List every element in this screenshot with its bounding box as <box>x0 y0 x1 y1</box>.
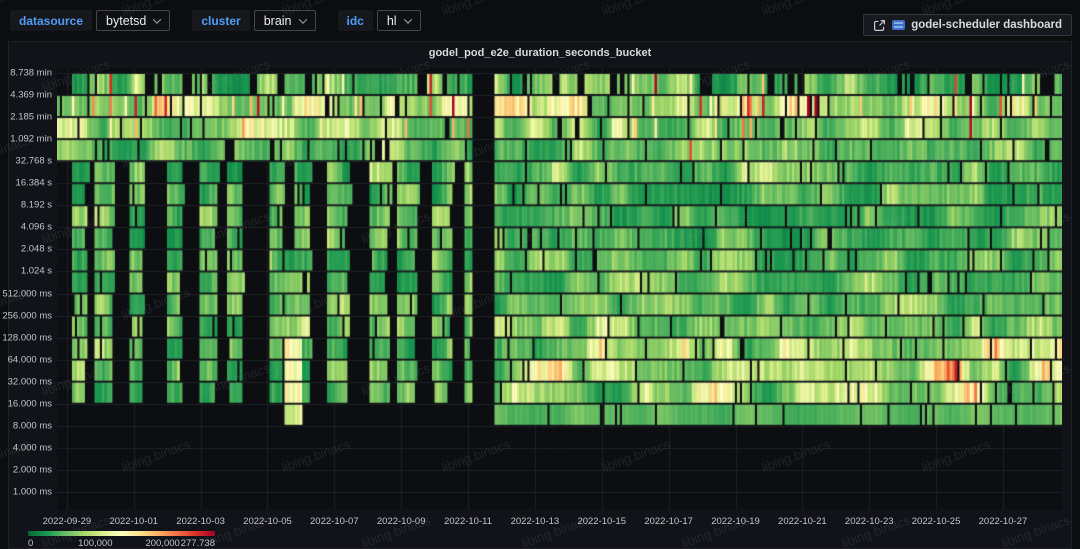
y-axis-label: 32.000 ms <box>0 376 52 387</box>
variable-datasource-value: bytetsd <box>106 14 146 28</box>
x-axis-label: 2022-10-23 <box>845 516 894 527</box>
y-axis-label: 64.000 ms <box>0 354 52 365</box>
x-axis-label: 2022-10-05 <box>243 516 292 527</box>
dashboard-icon <box>892 20 905 30</box>
x-axis-label: 2022-10-09 <box>377 516 426 527</box>
x-axis-label: 2022-10-27 <box>979 516 1028 527</box>
y-axis-label: 2.048 s <box>0 244 52 255</box>
x-axis-label: 2022-10-17 <box>644 516 693 527</box>
variable-idc-select[interactable]: hl <box>377 10 421 31</box>
y-axis-label: 8.738 min <box>0 68 52 79</box>
variable-cluster-select[interactable]: brain <box>254 10 316 31</box>
variables-toolbar: datasource bytetsd cluster brain idc hl <box>0 0 1080 41</box>
y-axis-label: 8.192 s <box>0 200 52 211</box>
legend-gradient-bar <box>28 531 215 536</box>
y-axis-label: 1.092 min <box>0 134 52 145</box>
external-link-icon <box>873 19 886 32</box>
legend-tick-label: 100,000 <box>78 538 112 549</box>
legend-tick-label: 200,000 <box>145 538 179 549</box>
variable-cluster-label: cluster <box>192 10 249 31</box>
variable-idc-value: hl <box>387 14 397 28</box>
variable-datasource-select[interactable]: bytetsd <box>96 10 170 31</box>
variable-cluster-value: brain <box>264 14 292 28</box>
chevron-down-icon <box>153 15 161 23</box>
variable-datasource-label: datasource <box>10 10 92 31</box>
variable-idc: idc hl <box>338 10 421 31</box>
x-axis-label: 2022-10-21 <box>778 516 827 527</box>
y-axis-label: 4.000 ms <box>0 442 52 453</box>
y-axis-label: 4.369 min <box>0 90 52 101</box>
x-axis-label: 2022-09-29 <box>43 516 92 527</box>
y-axis-label: 1.000 ms <box>0 486 52 497</box>
y-axis-label: 512.000 ms <box>0 288 52 299</box>
variable-idc-label: idc <box>338 10 373 31</box>
dashboard-link-label: godel-scheduler dashboard <box>911 19 1062 31</box>
panel-title[interactable]: godel_pod_e2e_duration_seconds_bucket <box>9 47 1071 59</box>
y-axis-label: 4.096 s <box>0 222 52 233</box>
heatmap-canvas[interactable] <box>57 68 1062 510</box>
y-axis-label: 8.000 ms <box>0 420 52 431</box>
x-axis-label: 2022-10-03 <box>176 516 225 527</box>
y-axis-label: 128.000 ms <box>0 332 52 343</box>
y-axis-label: 256.000 ms <box>0 310 52 321</box>
legend-tick-label: 277.738 <box>181 538 215 549</box>
y-axis-label: 2.185 min <box>0 112 52 123</box>
grafana-dashboard: datasource bytetsd cluster brain idc hl <box>0 0 1080 549</box>
x-axis-label: 2022-10-15 <box>577 516 626 527</box>
x-axis-label: 2022-10-13 <box>511 516 560 527</box>
dashboard-link-button[interactable]: godel-scheduler dashboard <box>863 14 1072 36</box>
x-axis-label: 2022-10-11 <box>444 516 492 527</box>
y-axis-label: 1.024 s <box>0 266 52 277</box>
y-axis-label: 2.000 ms <box>0 464 52 475</box>
y-axis-label: 16.384 s <box>0 178 52 189</box>
variable-cluster: cluster brain <box>192 10 315 31</box>
chevron-down-icon <box>403 15 411 23</box>
x-axis-label: 2022-10-19 <box>711 516 760 527</box>
x-axis-label: 2022-10-01 <box>109 516 158 527</box>
legend-tick-label: 0 <box>28 538 33 549</box>
variable-datasource: datasource bytetsd <box>10 10 170 31</box>
x-axis-label: 2022-10-07 <box>310 516 359 527</box>
y-axis-label: 32.768 s <box>0 156 52 167</box>
chevron-down-icon <box>298 15 306 23</box>
y-axis-label: 16.000 ms <box>0 398 52 409</box>
x-axis-label: 2022-10-25 <box>912 516 961 527</box>
